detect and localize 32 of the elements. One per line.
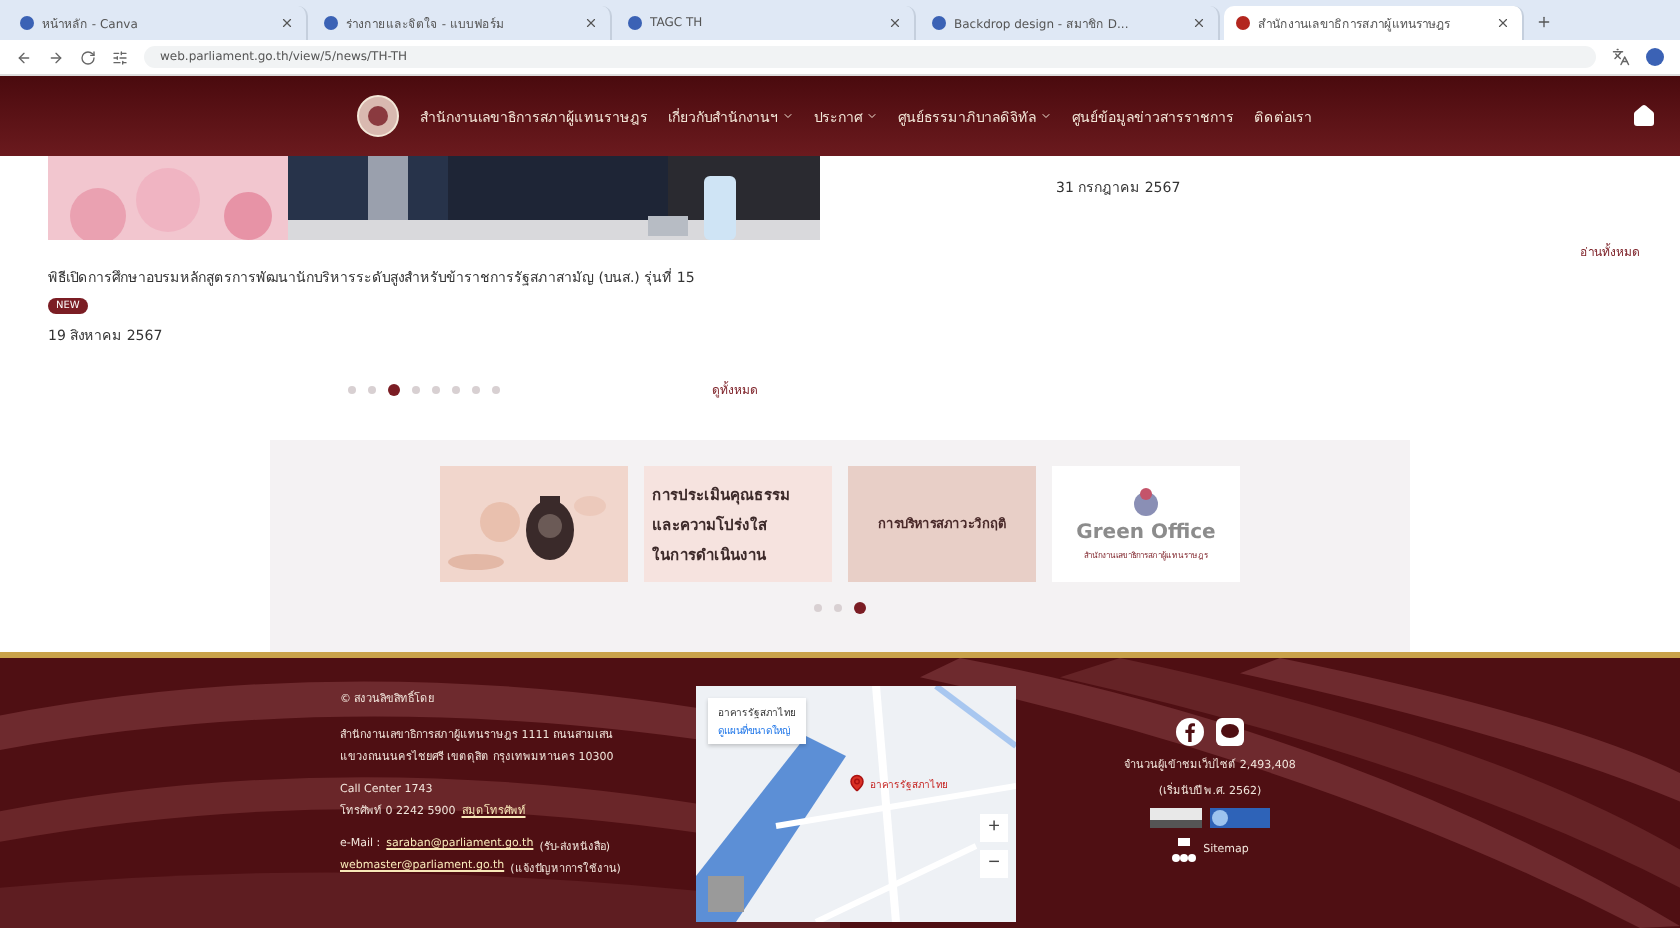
close-icon[interactable] [888, 16, 902, 30]
crest-icon [1130, 486, 1162, 518]
profile-icon[interactable] [1646, 48, 1664, 66]
carousel-dot[interactable] [388, 384, 400, 396]
favicon-icon [1236, 16, 1250, 30]
close-icon[interactable] [1192, 16, 1206, 30]
carousel-dot[interactable] [412, 386, 420, 394]
translate-icon[interactable] [1612, 48, 1630, 66]
seal-icon [356, 94, 400, 138]
close-icon[interactable] [584, 16, 598, 30]
home-icon[interactable] [1632, 104, 1656, 128]
carousel-dot[interactable] [368, 386, 376, 394]
carousel-dot[interactable] [854, 602, 866, 614]
carousel-dot[interactable] [814, 604, 822, 612]
carousel-dot[interactable] [452, 386, 460, 394]
back-icon[interactable] [16, 49, 32, 65]
favicon-icon [932, 16, 946, 30]
close-icon[interactable] [280, 16, 294, 30]
favicon-icon [324, 16, 338, 30]
reload-icon[interactable] [80, 49, 96, 65]
site-settings-icon[interactable] [112, 49, 128, 65]
favicon-icon [20, 16, 34, 30]
carousel-dot[interactable] [834, 604, 842, 612]
carousel-dot[interactable] [432, 386, 440, 394]
close-icon[interactable] [1496, 16, 1510, 30]
carousel-dot[interactable] [492, 386, 500, 394]
banner-title: Green Office [1076, 522, 1216, 544]
carousel-dot[interactable] [472, 386, 480, 394]
new-tab-icon[interactable] [1536, 14, 1552, 30]
carousel-dot[interactable] [348, 386, 356, 394]
forward-icon[interactable] [48, 49, 64, 65]
favicon-icon [628, 16, 642, 30]
